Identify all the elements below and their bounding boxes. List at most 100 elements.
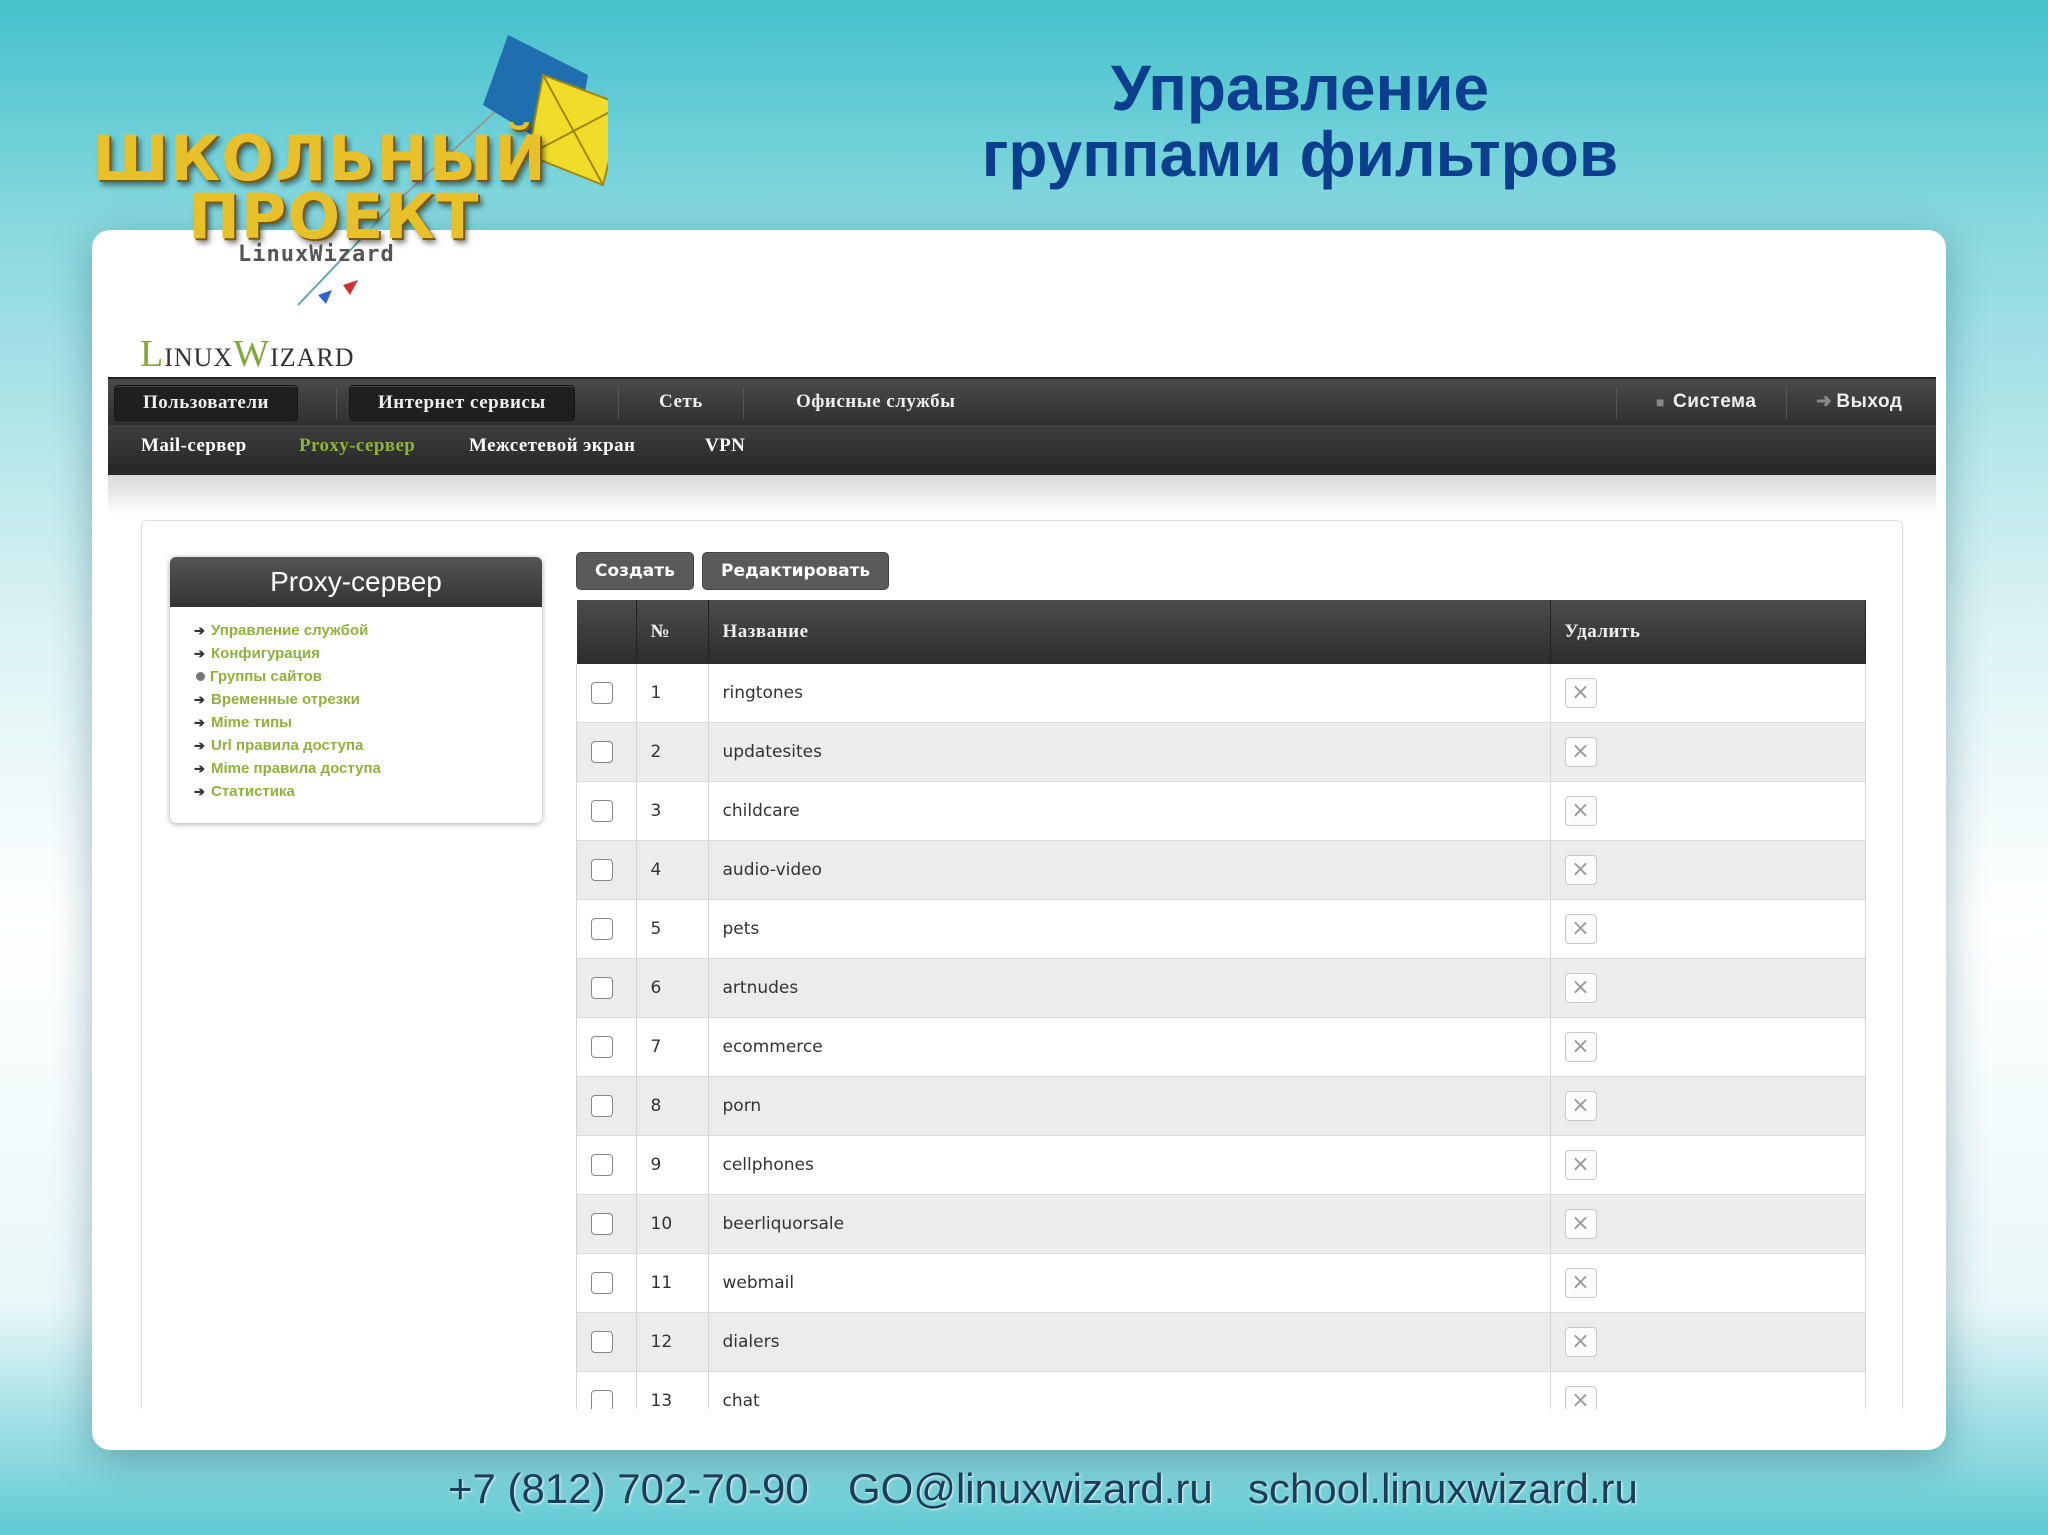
delete-icon[interactable]: ×	[1564, 737, 1597, 767]
arrow-right-icon: ➔	[194, 692, 205, 707]
edit-button[interactable]: Редактировать	[702, 552, 890, 590]
nav-logout[interactable]: ➜ Выход	[1788, 385, 1930, 419]
row-number: 13	[636, 1371, 709, 1409]
delete-cell: ×	[1550, 664, 1866, 723]
delete-cell: ×	[1550, 1194, 1866, 1254]
logo-text-izard: IZARD	[270, 343, 355, 372]
row-checkbox[interactable]	[591, 682, 613, 704]
filter-groups-table: № Название Удалить 1 ringtones × 2 updatesit…	[576, 600, 1866, 1409]
table-row: 12 dialers ×	[576, 1312, 1866, 1372]
sidebar-item[interactable]: ➔ Url правила доступа	[194, 734, 542, 757]
select-cell	[576, 664, 637, 723]
sidebar-menu: ➔ Управление службой ➔ Конфигурация Группы с…	[170, 619, 542, 803]
row-checkbox[interactable]	[591, 1095, 613, 1117]
row-checkbox[interactable]	[591, 1213, 613, 1235]
row-checkbox[interactable]	[591, 1331, 613, 1353]
row-checkbox[interactable]	[591, 918, 613, 940]
nav-network[interactable]: Сеть	[631, 385, 731, 419]
nav-separator	[1786, 387, 1787, 419]
nav-office-services[interactable]: Офисные службы	[768, 385, 983, 419]
subnav-vpn[interactable]: VPN	[705, 435, 745, 457]
delete-icon[interactable]: ×	[1564, 1209, 1597, 1239]
row-name: ringtones	[708, 664, 1551, 723]
delete-icon[interactable]: ×	[1564, 855, 1597, 885]
delete-icon[interactable]: ×	[1564, 1032, 1597, 1062]
delete-icon[interactable]: ×	[1564, 1091, 1597, 1121]
row-checkbox[interactable]	[591, 741, 613, 763]
sidebar-title: Proxy-сервер	[170, 557, 542, 607]
nav-separator	[618, 387, 619, 419]
row-checkbox[interactable]	[591, 800, 613, 822]
nav-shadow	[108, 475, 1936, 515]
slide-title: Управление группами фильтров	[920, 55, 1680, 187]
row-checkbox[interactable]	[591, 1154, 613, 1176]
nav-system[interactable]: ■ Система	[1628, 385, 1784, 419]
sidebar-item[interactable]: ➔ Mime правила доступа	[194, 757, 542, 780]
logo-letter-l: L	[140, 333, 165, 375]
sidebar-item[interactable]: Группы сайтов	[194, 665, 542, 688]
row-name: childcare	[708, 781, 1551, 841]
row-name: updatesites	[708, 722, 1551, 782]
row-checkbox[interactable]	[591, 1036, 613, 1058]
arrow-right-icon: ➔	[194, 784, 205, 799]
sidebar-item-label: Конфигурация	[211, 645, 320, 662]
row-name: webmail	[708, 1253, 1551, 1313]
arrow-right-icon: ➔	[194, 738, 205, 753]
row-number: 3	[636, 781, 709, 841]
sidebar-item-label: Группы сайтов	[210, 668, 322, 685]
row-name: pets	[708, 899, 1551, 959]
row-name: artnudes	[708, 958, 1551, 1018]
logo-letter-w: W	[233, 333, 271, 375]
create-button[interactable]: Создать	[576, 552, 694, 590]
school-project-logo: ШКОЛЬНЫЙ ПРОЕКТ LinuxWizard	[88, 30, 608, 315]
header-name[interactable]: Название	[708, 600, 1551, 664]
contact-website[interactable]: school.linuxwizard.ru	[1248, 1465, 1638, 1513]
delete-icon[interactable]: ×	[1564, 973, 1597, 1003]
sidebar-item[interactable]: ➔ Управление службой	[194, 619, 542, 642]
logo-line3: LinuxWizard	[238, 242, 395, 267]
row-number: 1	[636, 664, 709, 723]
logo-text-inux: INUX	[164, 343, 234, 372]
delete-icon[interactable]: ×	[1564, 1386, 1597, 1409]
header-number[interactable]: №	[636, 600, 709, 664]
sidebar-item-label: Url правила доступа	[211, 737, 364, 754]
row-number: 11	[636, 1253, 709, 1313]
row-checkbox[interactable]	[591, 977, 613, 999]
table-row: 13 chat ×	[576, 1371, 1866, 1409]
delete-icon[interactable]: ×	[1564, 678, 1597, 708]
arrow-right-icon: ➔	[194, 623, 205, 638]
contact-phone: +7 (812) 702-70-90	[448, 1465, 809, 1512]
delete-icon[interactable]: ×	[1564, 1268, 1597, 1298]
nav-internet-services[interactable]: Интернет сервисы	[349, 385, 575, 421]
header-delete: Удалить	[1550, 600, 1866, 664]
select-cell	[576, 781, 637, 841]
table-row: 2 updatesites ×	[576, 722, 1866, 782]
table-row: 11 webmail ×	[576, 1253, 1866, 1313]
contact-email[interactable]: GO@linuxwizard.ru	[848, 1465, 1213, 1513]
sidebar-item[interactable]: ➔ Mime типы	[194, 711, 542, 734]
delete-icon[interactable]: ×	[1564, 796, 1597, 826]
row-number: 5	[636, 899, 709, 959]
sidebar-item[interactable]: ➔ Статистика	[194, 780, 542, 803]
delete-cell: ×	[1550, 840, 1866, 900]
table-row: 7 ecommerce ×	[576, 1017, 1866, 1077]
subnav-firewall[interactable]: Межсетевой экран	[469, 435, 635, 457]
subnav-proxy-server[interactable]: Proxy-сервер	[299, 435, 415, 457]
delete-icon[interactable]: ×	[1564, 914, 1597, 944]
row-checkbox[interactable]	[591, 1272, 613, 1294]
sidebar-panel: Proxy-сервер ➔ Управление службой ➔ Конфигу…	[170, 557, 542, 823]
nav-users[interactable]: Пользователи	[114, 385, 298, 421]
delete-cell: ×	[1550, 1017, 1866, 1077]
sidebar-item[interactable]: ➔ Конфигурация	[194, 642, 542, 665]
table-body: 1 ringtones × 2 updatesites × 3 childcare × 4 audi…	[576, 664, 1866, 1409]
delete-cell: ×	[1550, 1312, 1866, 1372]
row-checkbox[interactable]	[591, 859, 613, 881]
row-checkbox[interactable]	[591, 1390, 613, 1409]
delete-icon[interactable]: ×	[1564, 1150, 1597, 1180]
delete-icon[interactable]: ×	[1564, 1327, 1597, 1357]
row-number: 12	[636, 1312, 709, 1372]
subnav-mail-server[interactable]: Mail-сервер	[141, 435, 247, 457]
select-cell	[576, 958, 637, 1018]
row-number: 8	[636, 1076, 709, 1136]
sidebar-item[interactable]: ➔ Временные отрезки	[194, 688, 542, 711]
